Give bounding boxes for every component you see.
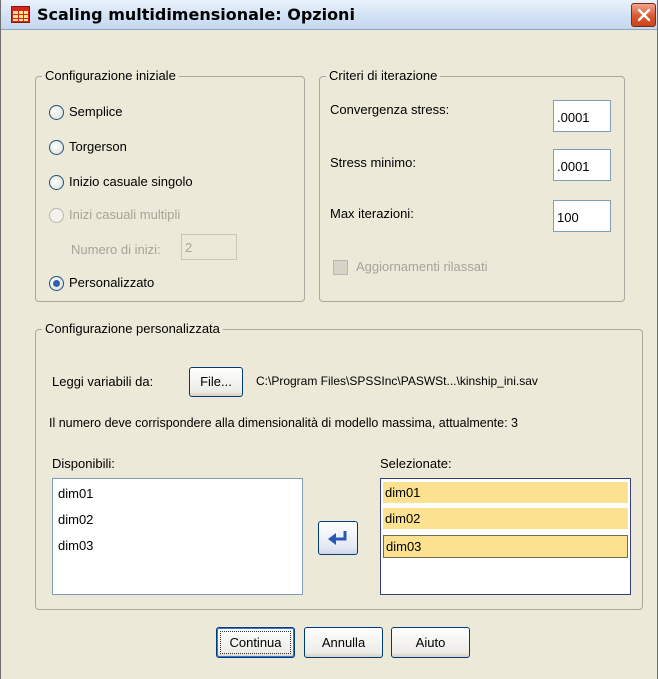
- continue-button[interactable]: Continua: [216, 627, 295, 658]
- list-item[interactable]: dim01: [383, 482, 628, 503]
- radio-torgerson-label: Torgerson: [69, 139, 127, 154]
- move-to-available-button[interactable]: [318, 521, 358, 555]
- help-button[interactable]: Aiuto: [391, 627, 470, 658]
- initial-config-legend: Configurazione iniziale: [42, 68, 179, 83]
- selected-list[interactable]: dim01 dim02 dim03: [380, 478, 631, 595]
- close-button[interactable]: [631, 3, 656, 27]
- close-icon: [637, 8, 651, 22]
- relaxed-updates-label: Aggiornamenti rilassati: [356, 259, 488, 274]
- spss-app-icon: [11, 6, 30, 23]
- cancel-button[interactable]: Annulla: [304, 627, 383, 658]
- file-button[interactable]: File...: [189, 367, 243, 397]
- available-label: Disponibili:: [52, 456, 115, 471]
- radio-custom-label: Personalizzato: [69, 275, 155, 290]
- title-bar: Scaling multidimensionale: Opzioni: [1, 0, 657, 30]
- radio-single-random-start-label: Inizio casuale singolo: [69, 174, 193, 189]
- radio-semplice[interactable]: [49, 105, 64, 120]
- list-item[interactable]: dim03: [56, 535, 95, 556]
- radio-torgerson[interactable]: [49, 140, 64, 155]
- convergence-field[interactable]: .0001: [553, 100, 611, 132]
- min-stress-field[interactable]: .0001: [553, 149, 611, 181]
- radio-semplice-label: Semplice: [69, 104, 123, 119]
- read-variables-label: Leggi variabili da:: [52, 374, 154, 389]
- options-dialog: Scaling multidimensionale: Opzioni Confi…: [0, 0, 658, 679]
- selected-label: Selezionate:: [380, 456, 452, 471]
- back-arrow-icon: [328, 531, 347, 545]
- radio-single-random-start[interactable]: [49, 175, 64, 190]
- relaxed-updates-checkbox[interactable]: [333, 260, 348, 275]
- convergence-label: Convergenza stress:: [330, 102, 450, 117]
- radio-multiple-random-starts[interactable]: [49, 208, 64, 223]
- list-item[interactable]: dim02: [56, 509, 95, 530]
- window-title: Scaling multidimensionale: Opzioni: [37, 5, 355, 24]
- list-item[interactable]: dim01: [56, 483, 95, 504]
- max-iterations-field[interactable]: 100: [553, 200, 611, 232]
- list-item[interactable]: dim02: [383, 508, 628, 529]
- iteration-criteria-legend: Criteri di iterazione: [326, 68, 441, 83]
- dimensionality-note: Il numero deve corrispondere alla dimens…: [49, 416, 518, 430]
- num-starts-label: Numero di inizi:: [71, 242, 161, 257]
- custom-config-legend: Configurazione personalizzata: [42, 321, 223, 336]
- file-path: C:\Program Files\SPSSInc\PASWSt...\kinsh…: [256, 374, 538, 388]
- available-list[interactable]: dim01 dim02 dim03: [52, 478, 303, 595]
- num-starts-field[interactable]: 2: [181, 234, 237, 260]
- radio-custom[interactable]: [49, 276, 64, 291]
- list-item[interactable]: dim03: [383, 535, 628, 558]
- radio-multiple-random-starts-label: Inizi casuali multipli: [69, 207, 181, 222]
- min-stress-label: Stress minimo:: [330, 155, 416, 170]
- max-iterations-label: Max iterazioni:: [330, 206, 414, 221]
